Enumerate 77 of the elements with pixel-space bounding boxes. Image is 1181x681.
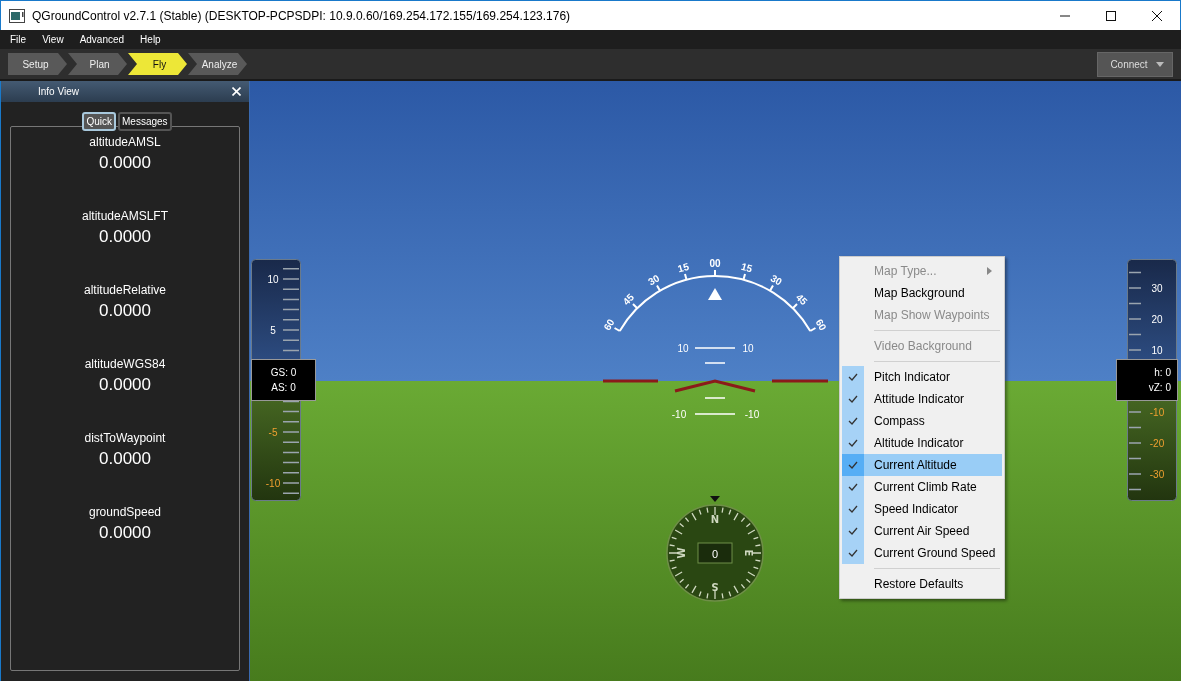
menu-item[interactable]: Map Background	[842, 282, 1002, 304]
compass-letter: E	[743, 549, 754, 557]
menu-item[interactable]: Current Climb Rate	[842, 476, 1002, 498]
value-label: groundSpeed	[88, 505, 162, 519]
close-icon[interactable]	[1151, 9, 1163, 22]
menu-item[interactable]: Altitude Indicator	[842, 432, 1002, 454]
menu-item[interactable]: Compass	[842, 410, 1002, 432]
menu-item[interactable]: Current Altitude	[842, 454, 1002, 476]
scale-label: 10	[267, 274, 279, 285]
scale-label: -10	[1149, 407, 1165, 418]
scale-label: 30	[646, 272, 662, 288]
pitch-label: -10	[744, 409, 760, 420]
value-label: altitudeWGS84	[84, 357, 166, 371]
value-reading: 0.0000	[99, 227, 151, 247]
scale-label: 30	[768, 272, 784, 288]
scale-label: 60	[813, 317, 829, 333]
value-label: altitudeAMSLFT	[81, 209, 168, 223]
caret-icon	[1155, 61, 1164, 67]
menu-item[interactable]: Pitch Indicator	[842, 366, 1002, 388]
value-label: altitudeRelative	[83, 283, 167, 297]
readout-text: vZ: 0	[1148, 381, 1171, 395]
heading-value: 0	[711, 548, 719, 560]
pitch-label: -10	[671, 409, 687, 420]
readout-text: GS: 0	[270, 366, 297, 380]
panel-title: Info View	[38, 86, 79, 97]
value-label: altitudeAMSL	[89, 135, 161, 149]
menu-item[interactable]: Current Ground Speed	[842, 542, 1002, 564]
value-reading: 0.0000	[99, 449, 151, 469]
readout-text: h: 0	[1154, 366, 1171, 380]
pitch-label: 10	[742, 343, 754, 354]
value-reading: 0.0000	[99, 153, 151, 173]
heading-marker-icon	[710, 496, 720, 502]
pitch-ladder	[694, 347, 736, 415]
scale-label: 15	[739, 260, 754, 275]
scale-label: -30	[1149, 469, 1165, 480]
scale-label: -20	[1149, 438, 1165, 449]
menu-item[interactable]: View	[42, 34, 64, 45]
toolbar-tab[interactable]: Fly	[128, 53, 187, 75]
compass-letter: S	[711, 581, 719, 592]
menu-item[interactable]: Current Air Speed	[842, 520, 1002, 542]
compass-letter: W	[676, 547, 687, 559]
value-label: distToWaypoint	[84, 431, 166, 445]
app-icon	[9, 8, 25, 23]
menu-item[interactable]: Advanced	[79, 34, 125, 45]
menu-item[interactable]: Speed Indicator	[842, 498, 1002, 520]
scale-label: -10	[265, 478, 281, 489]
menu-item[interactable]: Attitude Indicator	[842, 388, 1002, 410]
menu-item[interactable]: File	[10, 34, 27, 45]
panel-tab[interactable]: Messages	[118, 112, 172, 131]
pointer-icon	[708, 288, 722, 300]
scale-label: 15	[676, 260, 691, 275]
pitch-label: 10	[677, 343, 689, 354]
scale-label: 10	[1151, 345, 1163, 356]
menu-item[interactable]: Restore Defaults	[842, 573, 1002, 595]
window-title: QGroundControl v2.7.1 (Stable) (DESKTOP-PCPSDPI: 10.9.0.60/169.254.172.155/169.254.123.176)	[32, 8, 572, 23]
value-reading: 0.0000	[99, 523, 151, 543]
toolbar-tab[interactable]: Plan	[68, 53, 127, 75]
scale-label: 60	[601, 317, 617, 333]
compass-letter: N	[710, 514, 720, 525]
scale-label: 45	[793, 291, 810, 308]
scale-label: 30	[1151, 283, 1163, 294]
readout-text: AS: 0	[271, 381, 296, 395]
toolbar-tab[interactable]: Analyze	[188, 53, 247, 75]
scale-label: -5	[268, 427, 278, 438]
value-reading: 0.0000	[99, 301, 151, 321]
submenu-arrow-icon	[987, 267, 992, 275]
panel-tab[interactable]: Quick	[82, 112, 116, 131]
scale-label: 5	[270, 325, 276, 336]
connect-button[interactable]: Connect	[1097, 51, 1173, 77]
heading-box	[697, 542, 733, 564]
toolbar-tab[interactable]: Setup	[8, 53, 67, 75]
value-reading: 0.0000	[99, 375, 151, 395]
scale-label: 20	[1151, 314, 1163, 325]
maximize-icon[interactable]	[1105, 9, 1117, 22]
scale-label: 00	[709, 258, 721, 269]
menu-item[interactable]: Help	[140, 34, 161, 45]
scale-label: 45	[620, 291, 637, 308]
